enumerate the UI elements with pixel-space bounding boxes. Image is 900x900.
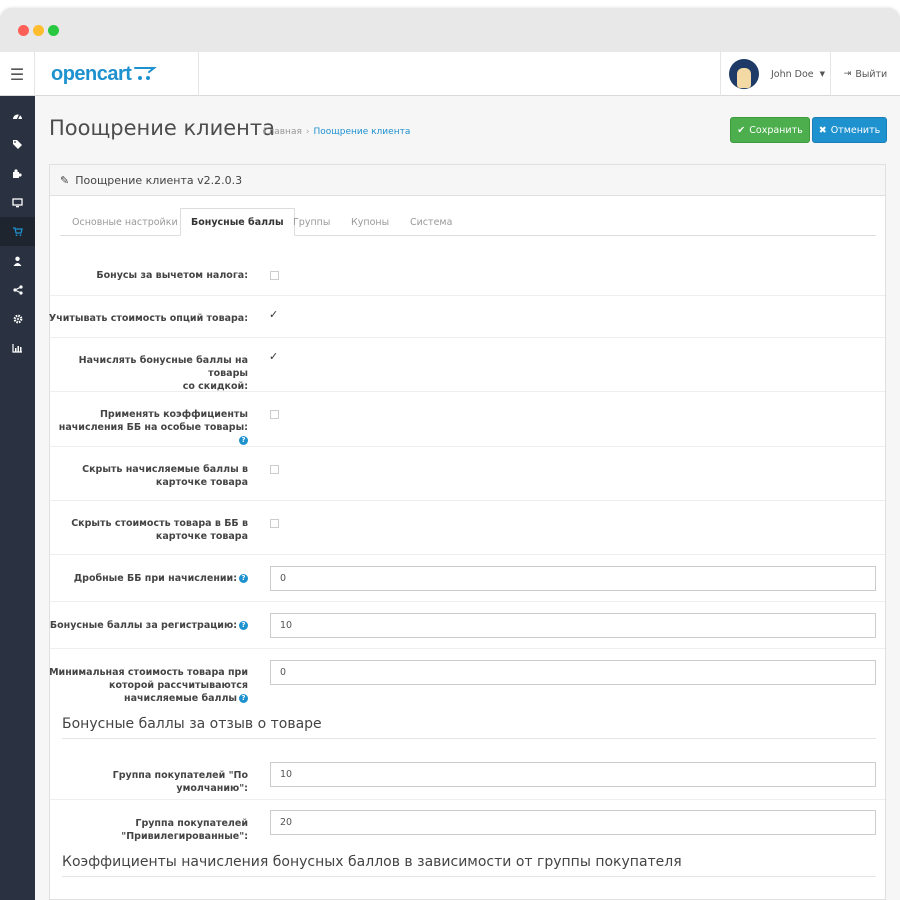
user-name: John Doe (771, 68, 814, 80)
breadcrumb-home-link[interactable]: Главная (263, 127, 302, 137)
form-row-registration: Бонусные баллы за регистрацию:? 10 (50, 601, 885, 648)
logo-text: opencart (51, 62, 132, 85)
tab-general-settings[interactable]: Основные настройки (72, 208, 178, 236)
form-row-accrue-discounted: Начислять бонусные баллы на товары со ски… (50, 337, 885, 392)
tab-groups[interactable]: Группы (293, 208, 330, 236)
sidebar-item-reports[interactable] (0, 333, 35, 362)
sidebar-item-system[interactable] (0, 304, 35, 333)
maximize-window-button[interactable] (48, 25, 59, 36)
share-icon (12, 284, 23, 295)
page-title: Поощрение клиента (49, 116, 275, 140)
minimize-window-button[interactable] (33, 25, 44, 36)
apply-coefficients-label: Применять коэффициенты начисления ББ на о… (58, 409, 248, 445)
help-icon[interactable]: ? (239, 574, 248, 583)
form-row-default-group: Группа покупателей "По умолчанию": 10 (50, 752, 885, 799)
help-icon[interactable]: ? (239, 694, 248, 703)
form-row-apply-coefficients: Применять коэффициенты начисления ББ на о… (50, 391, 885, 446)
tab-system[interactable]: Система (410, 208, 452, 236)
logout-label: Выйти (855, 68, 888, 80)
sidebar-item-extensions[interactable] (0, 159, 35, 188)
sidebar-item-dashboard[interactable] (0, 101, 35, 130)
sign-out-icon: ⇥ (843, 69, 852, 79)
help-icon[interactable]: ? (239, 621, 248, 630)
user-menu[interactable]: John Doe ▼ (720, 52, 830, 96)
tags-icon (13, 140, 22, 149)
fractional-input[interactable]: 0 (270, 566, 876, 591)
include-options-checkbox[interactable]: ✓ (269, 308, 278, 321)
accrue-discounted-label: Начислять бонусные баллы на товары со ски… (78, 355, 248, 392)
sidebar-item-marketing[interactable] (0, 275, 35, 304)
panel-heading-text: Поощрение клиента v2.2.0.3 (75, 173, 243, 187)
top-header: ☰ opencart John Doe ▼ ⇥ Выйти (0, 52, 900, 96)
chevron-down-icon: ▼ (819, 70, 826, 78)
sidebar-item-design[interactable] (0, 188, 35, 217)
menu-toggle-icon[interactable]: ☰ (0, 52, 35, 96)
form-row-hide-accrued: Скрыть начисляемые баллы в карточке товар… (50, 446, 885, 500)
accrue-discounted-checkbox[interactable]: ✓ (269, 350, 278, 363)
privileged-group-label: Группа покупателей "Привилегированные": (121, 818, 248, 842)
tab-bar: Основные настройки Бонусные баллы Группы… (60, 208, 876, 236)
shopping-cart-icon (13, 226, 23, 236)
logout-button[interactable]: ⇥ Выйти (830, 52, 900, 96)
sidebar-item-catalog[interactable] (0, 130, 35, 159)
close-icon: ✖ (818, 124, 827, 136)
form-row-include-options: Учитывать стоимость опций товара: ✓ (48, 295, 885, 337)
tab-coupons[interactable]: Купоны (351, 208, 389, 236)
breadcrumb-separator-icon: › (305, 127, 310, 137)
cart-logo-icon (134, 65, 160, 84)
settings-panel: ✎ Поощрение клиента v2.2.0.3 Основные на… (49, 164, 886, 900)
dashboard-icon (13, 114, 22, 120)
check-icon: ✔ (737, 124, 746, 136)
avatar (729, 59, 759, 89)
browser-window: ☰ opencart John Doe ▼ ⇥ Выйти Поощрение … (0, 8, 900, 900)
desktop-icon (12, 197, 23, 207)
main-content: Поощрение клиента Главная › Поощрение клие… (35, 96, 900, 900)
help-icon[interactable]: ? (239, 436, 248, 445)
logo[interactable]: opencart (35, 52, 199, 96)
pencil-icon: ✎ (60, 173, 70, 187)
breadcrumb-current-link[interactable]: Поощрение клиента (313, 127, 410, 137)
coefficients-section-title: Коэффициенты начисления бонусных баллов … (62, 854, 876, 877)
hide-accrued-checkbox[interactable] (270, 465, 279, 474)
save-button[interactable]: ✔ Сохранить (730, 117, 810, 143)
hide-accrued-label: Скрыть начисляемые баллы в карточке товар… (82, 464, 248, 488)
form-row-hide-price: Скрыть стоимость товара в ББ в карточке т… (50, 500, 885, 554)
default-group-label: Группа покупателей "По умолчанию": (112, 770, 248, 794)
form-row-min-price: Минимальная стоимость товара при которой … (49, 648, 885, 708)
review-section-title: Бонусные баллы за отзыв о товаре (62, 716, 876, 739)
hide-price-label: Скрыть стоимость товара в ББ в карточке т… (71, 518, 248, 542)
user-icon (13, 256, 22, 266)
include-options-label: Учитывать стоимость опций товара: (48, 313, 248, 324)
apply-coefficients-checkbox[interactable] (270, 410, 279, 419)
sidebar (0, 96, 35, 900)
form-row-privileged-group: Группа покупателей "Привилегированные": 2… (50, 799, 885, 849)
cancel-button[interactable]: ✖ Отменить (812, 117, 887, 143)
bonus-after-tax-checkbox[interactable] (270, 271, 279, 280)
tab-bonus-points[interactable]: Бонусные баллы (180, 208, 295, 236)
cancel-label: Отменить (830, 124, 881, 136)
default-group-input[interactable]: 10 (270, 762, 876, 787)
cog-icon (13, 314, 22, 323)
save-label: Сохранить (749, 124, 803, 136)
bar-chart-icon (12, 343, 22, 353)
bonus-after-tax-label: Бонусы за вычетом налога: (96, 270, 248, 281)
fractional-label: Дробные ББ при начислении:? (48, 572, 248, 585)
window-titlebar (0, 8, 900, 52)
registration-label: Бонусные баллы за регистрацию:? (48, 619, 248, 632)
breadcrumb: Главная › Поощрение клиента (263, 127, 410, 137)
puzzle-icon (13, 169, 22, 178)
sidebar-item-customers[interactable] (0, 246, 35, 275)
min-price-input[interactable]: 0 (270, 660, 876, 685)
close-window-button[interactable] (18, 25, 29, 36)
form-row-fractional: Дробные ББ при начислении:? 0 (50, 554, 885, 601)
registration-input[interactable]: 10 (270, 613, 876, 638)
privileged-group-input[interactable]: 20 (270, 810, 876, 835)
form-row-bonus-after-tax: Бонусы за вычетом налога: (50, 253, 885, 295)
sidebar-item-sales[interactable] (0, 217, 35, 246)
panel-heading: ✎ Поощрение клиента v2.2.0.3 (50, 165, 885, 196)
page-header: Поощрение клиента Главная › Поощрение клие… (35, 96, 900, 156)
min-price-label: Минимальная стоимость товара при которой … (49, 667, 248, 704)
hide-price-checkbox[interactable] (270, 519, 279, 528)
